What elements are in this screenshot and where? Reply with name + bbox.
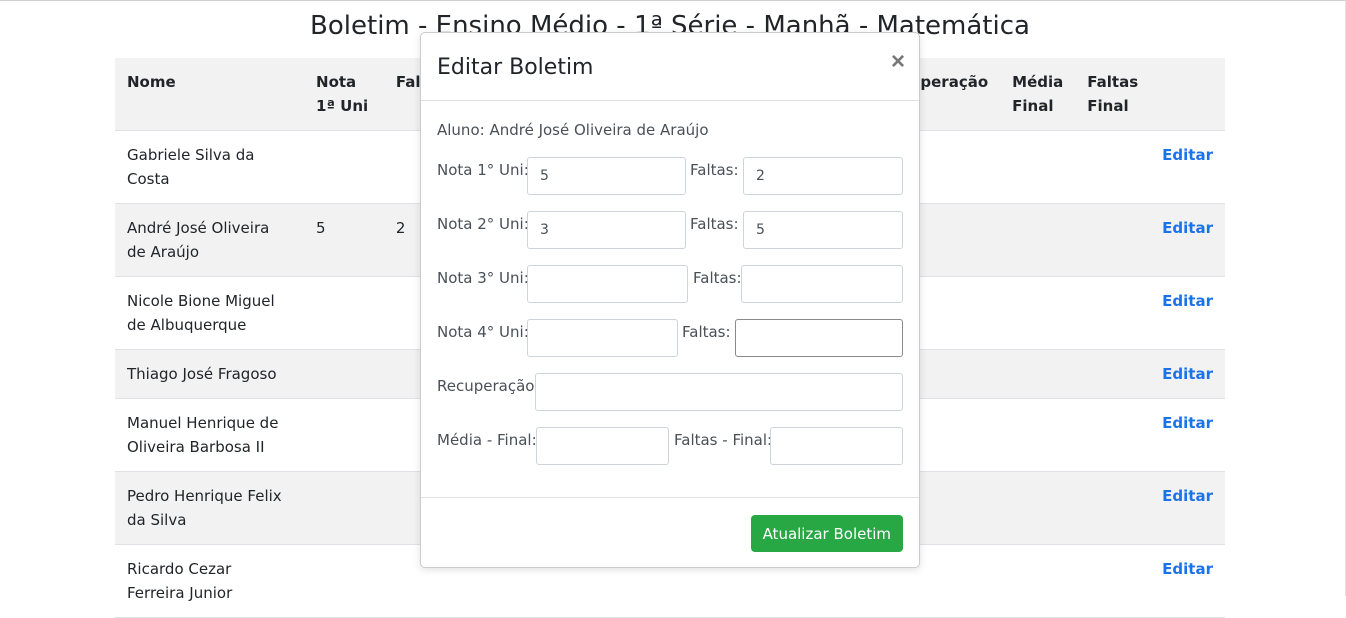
modal-footer: Atualizar Boletim <box>421 497 919 568</box>
modal-title: Editar Boletim <box>437 55 594 80</box>
faltas-4-label: Faltas: <box>682 323 731 341</box>
edit-link[interactable]: Editar <box>1162 487 1213 505</box>
header-nome: Nome <box>115 58 305 131</box>
nota-2-label: Nota 2° Uni: <box>437 215 529 233</box>
edit-link[interactable]: Editar <box>1162 560 1213 578</box>
nota-1-cell <box>304 398 384 472</box>
nota-1-cell <box>304 130 384 204</box>
top-border <box>0 0 1346 1</box>
recuperacao-label: Recuperação : <box>437 377 545 395</box>
nota-1-input[interactable] <box>527 157 686 195</box>
student-name: Thiago José Fragoso <box>115 349 305 399</box>
faltas-3-input[interactable] <box>741 265 903 303</box>
faltas-2-input[interactable] <box>743 211 903 249</box>
edit-link[interactable]: Editar <box>1162 146 1213 164</box>
nota-1-cell <box>304 544 384 618</box>
nota-3-label: Nota 3° Uni: <box>437 269 529 287</box>
nota-1-label: Nota 1° Uni: <box>437 161 529 179</box>
faltas-final-input[interactable] <box>770 427 903 465</box>
edit-boletim-modal: Editar Boletim × Aluno: André José Olive… <box>420 32 920 568</box>
nota-2-input[interactable] <box>527 211 686 249</box>
faltas-final-label: Faltas - Final: <box>674 431 773 449</box>
nota-1-cell <box>304 276 384 350</box>
student-name: Nicole Bione Miguel de Albuquerque <box>115 276 305 350</box>
header-faltas-final: Faltas Final <box>1075 58 1151 131</box>
student-name: Manuel Henrique de Oliveira Barbosa II <box>115 398 305 472</box>
nota-4-label: Nota 4° Uni: <box>437 323 529 341</box>
faltas-2-label: Faltas: <box>690 215 739 233</box>
media-final-label: Média - Final: <box>437 431 537 449</box>
header-media-final: Média Final <box>1000 58 1076 131</box>
nota-1-cell <box>304 471 384 545</box>
student-name: André José Oliveira de Araújo <box>115 203 305 277</box>
aluno-label: Aluno: André José Oliveira de Araújo <box>437 121 709 139</box>
atualizar-boletim-button[interactable]: Atualizar Boletim <box>750 515 903 552</box>
faltas-1-label: Faltas: <box>690 161 739 179</box>
student-name: Ricardo Cezar Ferreira Junior <box>115 544 305 618</box>
edit-link[interactable]: Editar <box>1162 365 1213 383</box>
recuperacao-input[interactable] <box>535 373 903 411</box>
edit-link[interactable]: Editar <box>1162 292 1213 310</box>
nota-3-input[interactable] <box>527 265 688 303</box>
close-icon[interactable]: × <box>891 49 905 75</box>
student-name: Pedro Henrique Felix da Silva <box>115 471 305 545</box>
edit-link[interactable]: Editar <box>1162 414 1213 432</box>
header-actions <box>1150 58 1225 131</box>
modal-header: Editar Boletim × <box>421 33 919 101</box>
faltas-3-label: Faltas: <box>693 269 742 287</box>
faltas-1-input[interactable] <box>743 157 903 195</box>
student-name: Gabriele Silva da Costa <box>115 130 305 204</box>
header-nota-1: Nota 1ª Uni <box>304 58 384 131</box>
nota-1-cell: 5 <box>304 203 384 277</box>
nota-1-cell <box>304 349 384 399</box>
media-final-input[interactable] <box>536 427 669 465</box>
nota-4-input[interactable] <box>527 319 678 357</box>
faltas-4-input[interactable] <box>735 319 903 357</box>
edit-link[interactable]: Editar <box>1162 219 1213 237</box>
